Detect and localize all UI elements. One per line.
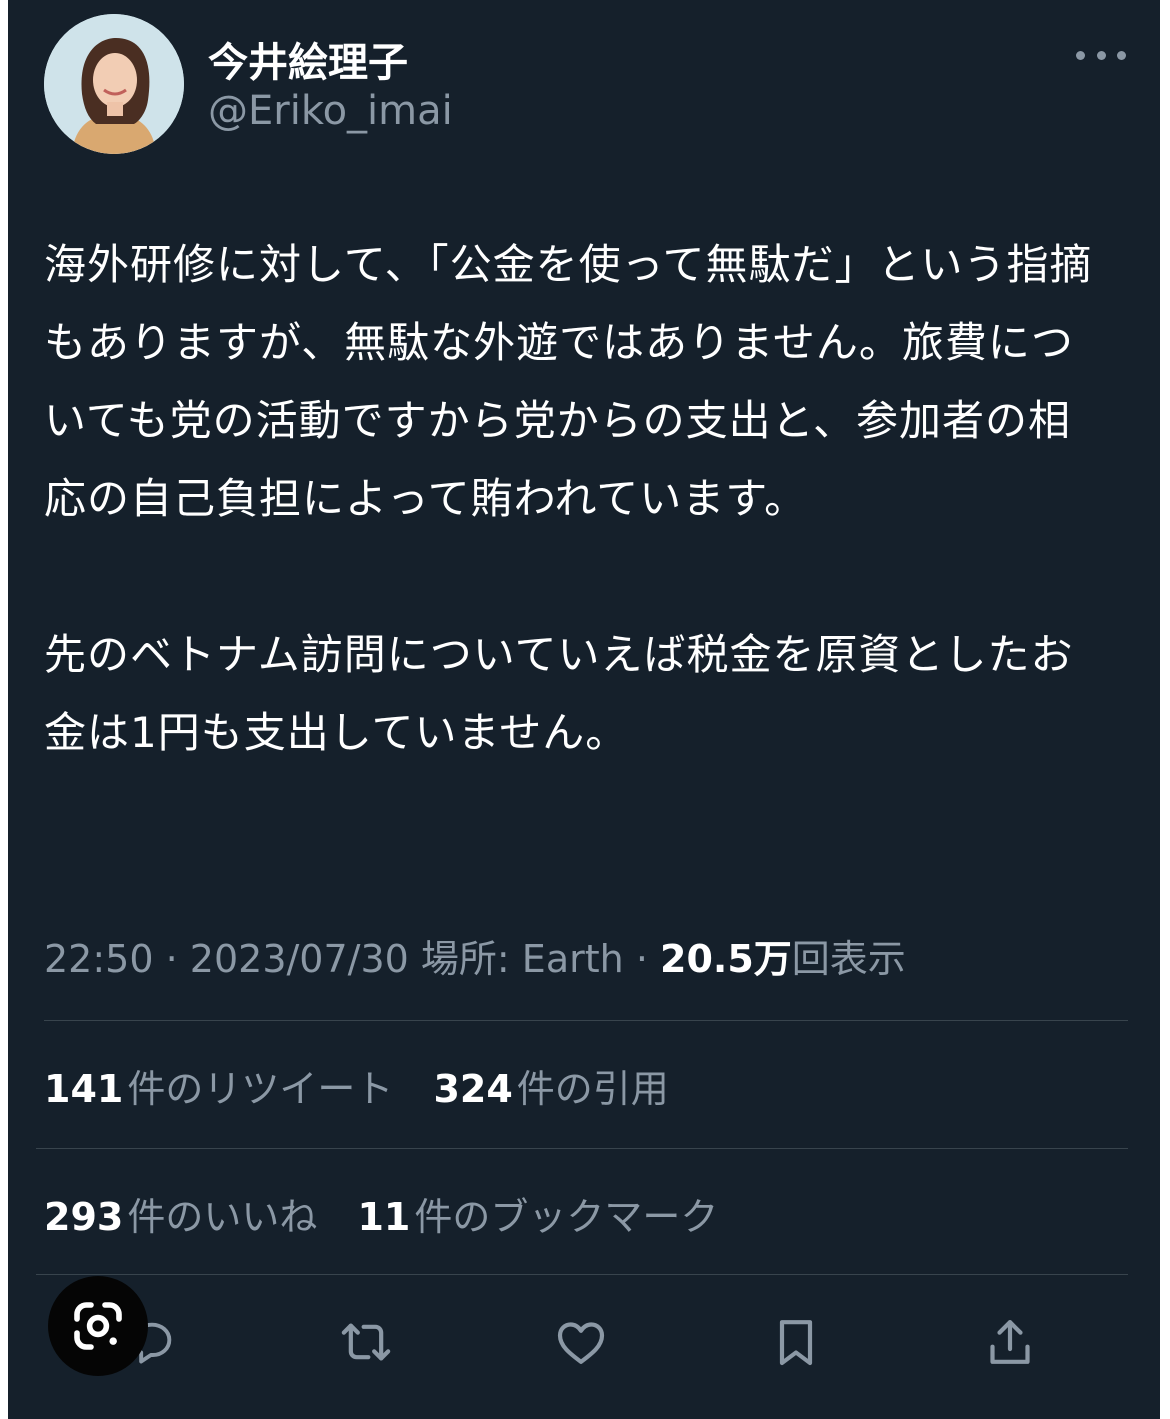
views-label: 回表示 [791,937,906,981]
quotes-stat[interactable]: 324 件の引用 [433,1058,668,1113]
stats-row: 293 件のいいね 11 件のブックマーク [44,1186,746,1241]
retweets-stat[interactable]: 141 件のリツイート [44,1058,393,1113]
bookmarks-label: 件のブックマーク [414,1195,719,1239]
profile-photo-icon [44,14,184,154]
share-icon [990,1320,1030,1364]
likes-label: 件のいいね [127,1195,318,1239]
bookmark-button[interactable] [764,1310,828,1374]
tweet-meta: 22:50 · 2023/07/30 場所: Earth · 20.5万回表示 [44,928,906,983]
google-lens-icon [74,1302,122,1350]
bookmarks-stat[interactable]: 11 件のブックマーク [357,1186,718,1241]
retweet-icon [341,1323,391,1361]
divider [36,1274,1128,1275]
more-options-button[interactable] [1076,40,1126,70]
display-name[interactable]: 今井絵理子 [208,30,408,88]
google-lens-button[interactable] [48,1276,148,1376]
tweet-detail: 今井絵理子 @Eriko_imai 海外研修に対して、「公金を使って無駄だ」とい… [8,0,1160,1419]
more-dot-icon [1076,50,1085,60]
more-dot-icon [1096,50,1106,60]
share-button[interactable] [978,1310,1042,1374]
like-button[interactable] [549,1310,613,1374]
retweet-button[interactable] [334,1310,398,1374]
more-dot-icon [1117,50,1126,60]
meta-separator: · [635,937,648,981]
divider [44,1020,1128,1021]
avatar[interactable] [44,14,184,154]
tweet-time[interactable]: 22:50 [44,937,154,981]
views-count[interactable]: 20.5万 [660,937,792,981]
bookmarks-count: 11 [357,1195,411,1239]
likes-count: 293 [44,1195,124,1239]
stats-row: 141 件のリツイート 324 件の引用 [44,1058,697,1113]
retweets-label: 件のリツイート [127,1067,394,1111]
likes-stat[interactable]: 293 件のいいね [44,1186,317,1241]
tweet-text: 海外研修に対して、「公金を使って無駄だ」という指摘もありますが、無駄な外遊ではあ… [44,226,1104,772]
quotes-count: 324 [433,1067,513,1111]
divider [36,1148,1128,1149]
tweet-date[interactable]: 2023/07/30 [190,937,409,981]
meta-separator: · [165,937,178,981]
tweet-location: 場所: Earth [420,937,624,981]
tweet-paragraph: 海外研修に対して、「公金を使って無駄だ」という指摘もありますが、無駄な外遊ではあ… [44,240,1093,523]
user-handle[interactable]: @Eriko_imai [208,88,453,134]
tweet-paragraph: 先のベトナム訪問についていえば税金を原資としたお金は1円も支出していません。 [44,630,1074,757]
retweets-count: 141 [44,1067,124,1111]
like-icon [557,1322,605,1364]
bookmark-icon [779,1320,813,1366]
quotes-label: 件の引用 [516,1067,669,1111]
